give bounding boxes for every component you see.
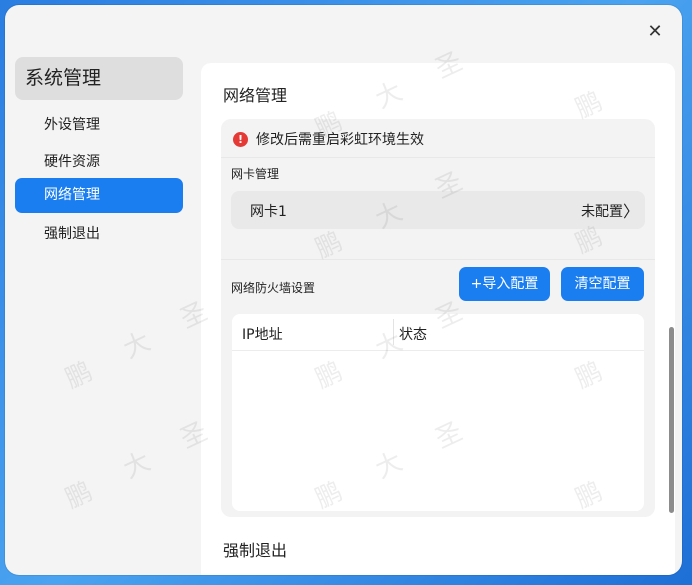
settings-window: ✕ 系统管理 外设管理 硬件资源 网络管理 强制退出 网络管理 ! 修改后需重启… (5, 5, 682, 575)
sidebar-item-peripherals[interactable]: 外设管理 (15, 108, 183, 143)
column-header-ip: IP地址 (242, 327, 283, 343)
network-section-card: ! 修改后需重启彩虹环境生效 网卡管理 网卡1 未配置 〉 网络防火墙设置 +导… (221, 119, 655, 517)
divider (221, 157, 655, 158)
nic-status: 未配置 (581, 204, 623, 220)
warning-row: ! 修改后需重启彩虹环境生效 (233, 129, 424, 149)
nic-row[interactable]: 网卡1 未配置 〉 (231, 191, 645, 229)
sidebar: 系统管理 外设管理 硬件资源 网络管理 强制退出 (5, 5, 195, 575)
sidebar-item-network[interactable]: 网络管理 (15, 178, 183, 213)
import-config-button[interactable]: +导入配置 (459, 267, 550, 301)
sidebar-item-force-exit[interactable]: 强制退出 (15, 217, 183, 252)
nic-name: 网卡1 (250, 204, 287, 220)
force-exit-section-title: 强制退出 (223, 541, 288, 560)
chevron-right-icon: 〉 (622, 202, 639, 221)
page-title: 网络管理 (223, 86, 288, 105)
sidebar-item-hardware[interactable]: 硬件资源 (15, 145, 183, 180)
vertical-scrollbar[interactable] (669, 327, 674, 513)
clear-config-button[interactable]: 清空配置 (561, 267, 644, 301)
column-divider[interactable] (393, 319, 394, 345)
sidebar-title: 系统管理 (15, 57, 183, 100)
divider (221, 259, 655, 260)
firewall-table: IP地址 状态 (232, 314, 644, 511)
close-icon[interactable]: ✕ (646, 23, 664, 41)
nic-section-label: 网卡管理 (231, 167, 280, 181)
warning-icon: ! (233, 131, 248, 147)
warning-text: 修改后需重启彩虹环境生效 (256, 132, 424, 148)
column-header-status: 状态 (399, 327, 427, 343)
firewall-section-label: 网络防火墙设置 (231, 281, 316, 295)
main-panel: 网络管理 ! 修改后需重启彩虹环境生效 网卡管理 网卡1 未配置 〉 网络防火墙… (201, 63, 675, 575)
table-header-divider (232, 350, 644, 351)
